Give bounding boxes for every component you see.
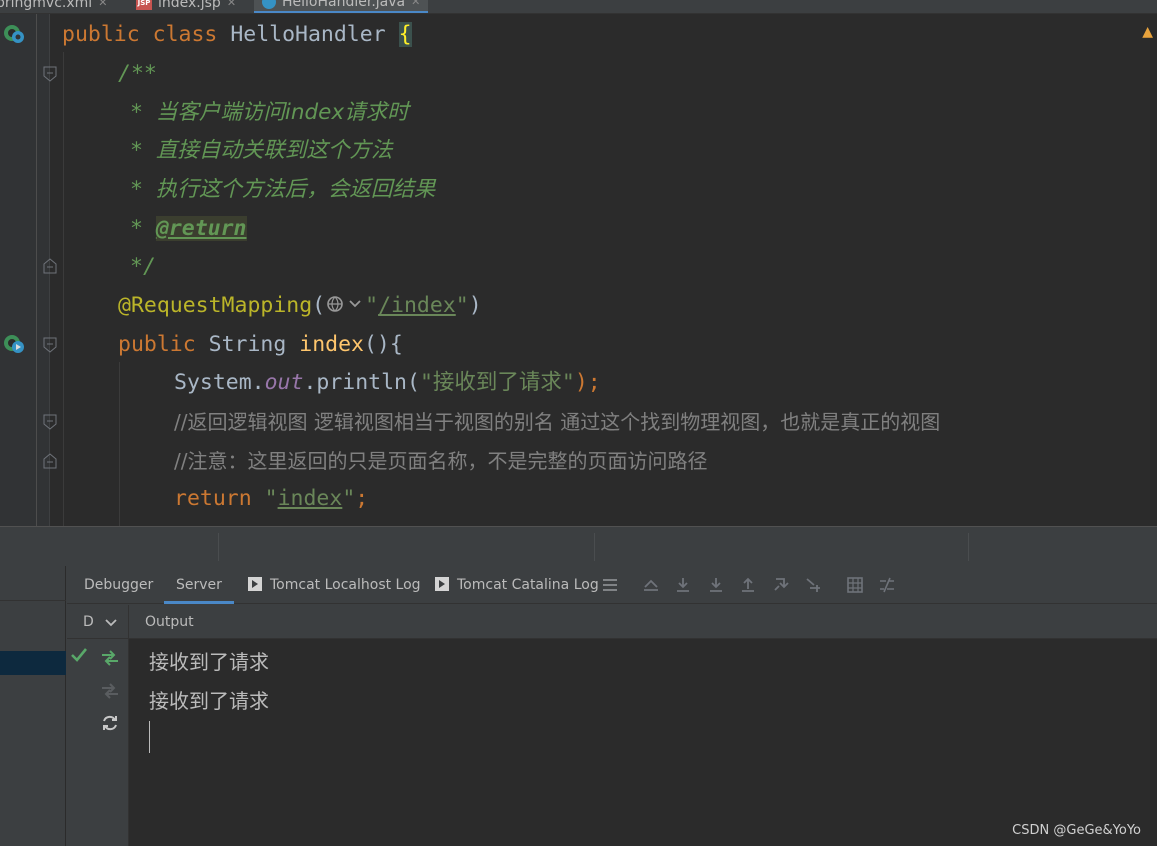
code-line-return: return "index"; xyxy=(174,486,369,511)
evaluate-expression-icon[interactable] xyxy=(846,576,864,594)
tab-index-jsp[interactable]: JSP index.jsp ✕ xyxy=(136,0,236,13)
trace-stream-icon[interactable] xyxy=(878,576,896,594)
editor-tab-strip: pringmvc.xml ✕ JSP index.jsp ✕ HelloHand… xyxy=(0,0,1157,14)
services-tree[interactable] xyxy=(0,566,66,846)
tab-tomcat-localhost-log[interactable]: Tomcat Localhost Log xyxy=(248,566,421,604)
output-label: Output xyxy=(145,614,194,630)
code-line-comment-2: //注意：这里返回的只是页面名称，不是完整的页面访问路径 xyxy=(174,449,708,473)
checkmark-icon xyxy=(71,648,88,662)
tool-window-splitter[interactable] xyxy=(0,526,1157,566)
tab-hellohandler-java[interactable]: HelloHandler.java ✕ xyxy=(254,0,429,13)
request-mapping-icon[interactable] xyxy=(2,332,26,356)
fold-collapse-icon[interactable] xyxy=(42,337,58,353)
run-to-cursor-icon[interactable] xyxy=(805,576,823,594)
output-subbar: D Output xyxy=(67,605,1157,639)
selected-tree-row[interactable] xyxy=(0,651,66,675)
tab-tomcat-catalina-log[interactable]: Tomcat Catalina Log xyxy=(435,566,599,604)
step-into-icon[interactable] xyxy=(707,576,725,594)
code-line-doc-1: * 当客户端访问index请求时 xyxy=(130,100,409,125)
code-line-doc-3: * 执行这个方法后，会返回结果 xyxy=(130,177,436,202)
fold-end-icon[interactable] xyxy=(42,258,58,274)
menu-icon[interactable] xyxy=(601,576,619,594)
drop-frame-icon[interactable] xyxy=(772,576,790,594)
java-class-icon xyxy=(262,0,276,9)
text-caret xyxy=(149,721,150,753)
deployment-column-label[interactable]: D xyxy=(83,605,94,639)
code-line-annotation: @RequestMapping("/index") xyxy=(118,293,482,318)
services-tool-window: Debugger Server Tomcat Localhost Log Tom… xyxy=(0,566,1157,846)
fold-end-icon[interactable] xyxy=(42,453,58,469)
source-code: public class HelloHandler { /** * 当客户端访问… xyxy=(62,14,940,511)
close-icon[interactable]: ✕ xyxy=(98,0,107,13)
code-line-doc-2: * 直接自动关联到这个方法 xyxy=(130,138,393,163)
console-icon xyxy=(248,577,262,591)
close-icon[interactable]: ✕ xyxy=(411,0,420,12)
code-line-doc-close: */ xyxy=(130,254,156,279)
chevron-down-icon[interactable] xyxy=(103,614,119,630)
console-line: 接收到了请求 xyxy=(149,689,269,713)
step-over-icon[interactable] xyxy=(674,576,692,594)
server-actions-column xyxy=(67,639,129,846)
fold-collapse-icon[interactable] xyxy=(42,414,58,430)
update-app-icon[interactable] xyxy=(100,648,120,668)
spring-bean-icon[interactable] xyxy=(2,22,26,46)
tool-tabs: Debugger Server Tomcat Localhost Log Tom… xyxy=(67,566,1157,604)
refresh-icon[interactable] xyxy=(100,713,120,733)
code-line-doc-open: /** xyxy=(118,61,157,86)
tab-server[interactable]: Server xyxy=(164,566,234,604)
code-line-doc-return: * @return xyxy=(130,216,247,241)
code-editor[interactable]: public class HelloHandler { /** * 当客户端访问… xyxy=(0,14,1157,526)
redeploy-icon[interactable] xyxy=(100,681,120,701)
fold-collapse-icon[interactable] xyxy=(42,66,58,82)
code-line-println: System.out.println("接收到了请求"); xyxy=(174,370,601,395)
globe-dropdown-icon[interactable] xyxy=(325,293,365,315)
warning-icon[interactable]: ▲ xyxy=(1142,24,1153,40)
code-line-class-decl: public class HelloHandler { xyxy=(62,22,412,47)
output-console[interactable]: 接收到了请求 接收到了请求 xyxy=(129,639,1157,846)
show-execution-point-icon[interactable] xyxy=(642,576,660,594)
console-line: 接收到了请求 xyxy=(149,650,269,674)
tab-springmvc-xml[interactable]: pringmvc.xml ✕ xyxy=(0,0,107,13)
code-line-comment-1: //返回逻辑视图 逻辑视图相当于视图的别名 通过这个找到物理视图，也就是真正的视… xyxy=(174,410,941,434)
console-icon xyxy=(435,577,449,591)
tab-debugger[interactable]: Debugger xyxy=(84,566,153,604)
jsp-file-icon: JSP xyxy=(136,0,152,10)
code-line-method-decl: public String index(){ xyxy=(118,332,403,357)
close-icon[interactable]: ✕ xyxy=(227,0,236,13)
step-out-icon[interactable] xyxy=(739,576,757,594)
watermark: CSDN @GeGe&YoYo xyxy=(1012,823,1141,838)
